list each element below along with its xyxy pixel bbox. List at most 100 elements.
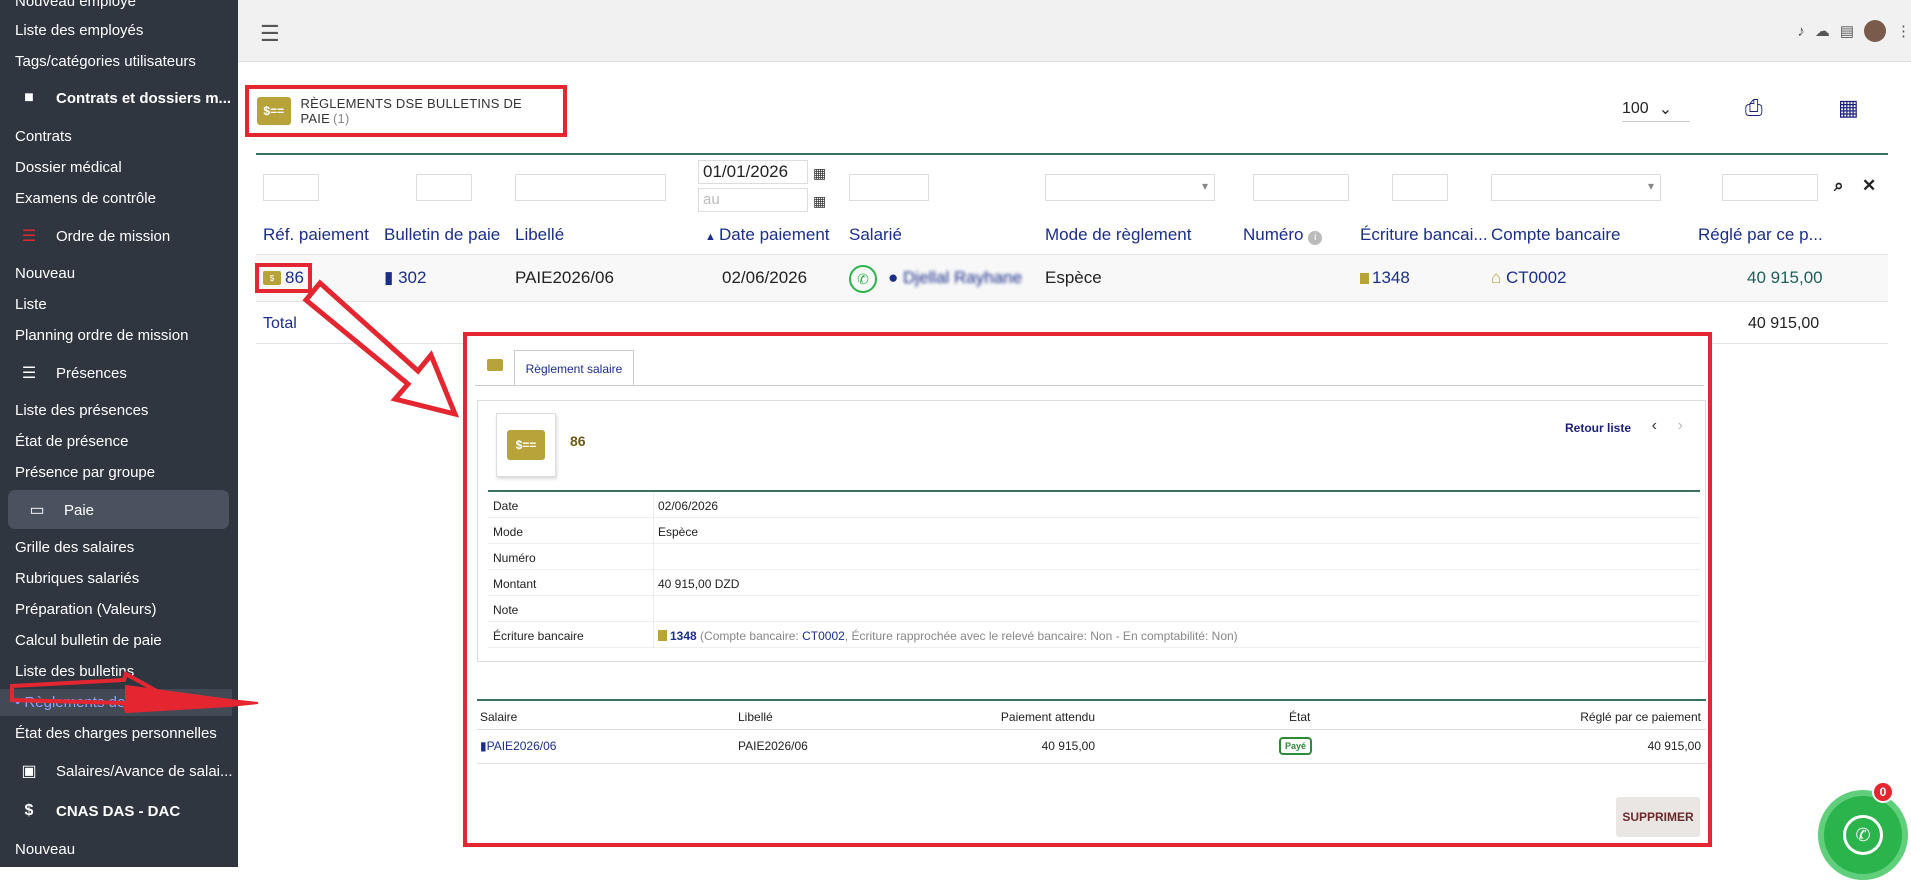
- back-to-list-link[interactable]: Retour liste: [1565, 421, 1631, 435]
- tab-reglement-salaire[interactable]: Règlement salaire: [514, 350, 634, 386]
- detail-ref: 86: [570, 433, 586, 449]
- detail-row-ecriture: Écriture bancaire 1348 (Compte bancaire:…: [488, 622, 1700, 648]
- sidebar-section-presences[interactable]: ☰ Présences: [20, 363, 127, 383]
- status-badge: Payé: [1279, 737, 1313, 755]
- print-icon[interactable]: ⎙: [1745, 95, 1763, 121]
- whatsapp-icon[interactable]: ✆: [849, 265, 877, 293]
- filter-libelle-input[interactable]: [515, 174, 666, 201]
- col-compte[interactable]: Compte bancaire: [1491, 225, 1620, 245]
- ecriture-link[interactable]: 1348: [670, 629, 697, 643]
- list-check-icon: ☰: [21, 228, 37, 245]
- sidebar-item-liste-mission[interactable]: Liste: [15, 296, 47, 313]
- page-size-select[interactable]: 100 ⌄: [1622, 96, 1690, 122]
- filter-mode-select[interactable]: [1045, 174, 1215, 201]
- col-bulletin[interactable]: Bulletin de paie: [384, 225, 500, 245]
- file-dollar-icon: $: [24, 802, 34, 819]
- sidebar: Nouveau employé Liste des employés Tags/…: [0, 0, 238, 867]
- salarie-link[interactable]: ● Djellal Rayhane: [888, 268, 1022, 288]
- bulletin-link[interactable]: ▮ 302: [384, 268, 426, 288]
- avatar[interactable]: [1864, 20, 1886, 42]
- whatsapp-icon: ✆: [1843, 815, 1883, 855]
- payment-icon: [487, 359, 503, 371]
- filter-montant-input[interactable]: [1722, 174, 1818, 201]
- sidebar-section-contrats[interactable]: ■ Contrats et dossiers m...: [20, 89, 231, 107]
- clipboard-icon[interactable]: ▤: [1840, 22, 1854, 40]
- whatsapp-floating-button[interactable]: ✆ 0: [1818, 781, 1908, 880]
- filter-salarie-input[interactable]: [849, 174, 929, 201]
- row-montant: 40 915,00: [1747, 268, 1823, 287]
- col-libelle[interactable]: Libellé: [515, 225, 564, 245]
- sidebar-item-nouveau-employe[interactable]: Nouveau employé: [15, 0, 136, 10]
- sidebar-section-cnas[interactable]: $ CNAS DAS - DAC: [20, 802, 181, 820]
- sidebar-item-grille-salaires[interactable]: Grille des salaires: [15, 539, 134, 556]
- payment-icon: $: [263, 271, 282, 285]
- ref-link-highlight[interactable]: $ 86: [255, 263, 312, 293]
- notification-badge: 0: [1872, 781, 1894, 803]
- compte-link[interactable]: ⌂ CT0002: [1491, 268, 1567, 288]
- delete-button[interactable]: SUPPRIMER: [1616, 797, 1700, 837]
- sidebar-item-contrats[interactable]: Contrats: [15, 128, 72, 145]
- search-icon[interactable]: ⌕: [1834, 176, 1844, 196]
- clear-filter-icon[interactable]: ✕: [1862, 176, 1876, 196]
- sidebar-item-etat-charges[interactable]: État des charges personnelles: [15, 725, 217, 742]
- chevron-left-icon[interactable]: ‹: [1652, 417, 1657, 435]
- filter-bulletin-input[interactable]: [416, 174, 472, 201]
- wallet-icon: ▣: [21, 763, 37, 780]
- filter-ecriture-input[interactable]: [1392, 174, 1448, 201]
- col-ref[interactable]: Réf. paiement: [263, 225, 369, 245]
- detail-row-note: Note: [488, 596, 1700, 622]
- filter-ref-input[interactable]: [263, 174, 319, 201]
- col-salarie[interactable]: Salarié: [849, 225, 902, 245]
- more-vertical-icon[interactable]: ⋮: [1896, 22, 1911, 40]
- chevron-right-icon[interactable]: ›: [1678, 417, 1683, 435]
- sidebar-section-paie[interactable]: ▭ Paie: [28, 500, 94, 520]
- col-date[interactable]: ▲ Date paiement: [705, 225, 830, 245]
- sidebar-item-liste-employes[interactable]: Liste des employés: [15, 22, 143, 39]
- row-libelle: PAIE2026/06: [515, 268, 614, 287]
- hamburger-menu-icon[interactable]: ☰: [260, 21, 280, 47]
- page-title-box: $== RÈGLEMENTS DSE BULLETINS DE PAIE (1): [245, 85, 567, 137]
- col-mode[interactable]: Mode de règlement: [1045, 225, 1191, 245]
- calendar-icon[interactable]: ▦: [813, 165, 826, 182]
- filter-compte-select[interactable]: [1491, 174, 1661, 201]
- chat-icon[interactable]: ☁: [1815, 22, 1830, 40]
- col-regle[interactable]: Réglé par ce p...: [1698, 225, 1823, 245]
- col-numero[interactable]: Numéro i: [1243, 225, 1323, 245]
- sidebar-item-liste-presences[interactable]: Liste des présences: [15, 402, 148, 419]
- detail-row-montant: Montant 40 915,00 DZD: [488, 570, 1700, 596]
- total-value: 40 915,00: [1748, 315, 1820, 332]
- sidebar-item-etat-presence[interactable]: État de présence: [15, 433, 128, 450]
- calendar-icon[interactable]: ▦: [813, 193, 826, 210]
- payment-icon: $==: [257, 97, 291, 125]
- excel-export-icon[interactable]: ▦: [1838, 95, 1859, 121]
- detail-fields: Date 02/06/2026 Mode Espèce Numéro Montant…: [488, 490, 1700, 648]
- filter-numero-input[interactable]: [1253, 174, 1349, 201]
- sidebar-item-preparation[interactable]: Préparation (Valeurs): [15, 601, 156, 618]
- sidebar-item-rubriques[interactable]: Rubriques salariés: [15, 570, 139, 587]
- sidebar-item-reglements-salaires[interactable]: • Règlements des salaires: [15, 694, 189, 711]
- bell-icon[interactable]: ♪: [1797, 23, 1805, 40]
- sidebar-item-calcul-bulletin[interactable]: Calcul bulletin de paie: [15, 632, 162, 649]
- payment-detail-popup: Règlement salaire $== 86 Retour liste ‹ …: [463, 332, 1712, 847]
- detail-row-date: Date 02/06/2026: [488, 492, 1700, 518]
- sidebar-section-ordre-mission[interactable]: ☰ Ordre de mission: [20, 226, 170, 246]
- sidebar-item-liste-bulletins[interactable]: Liste des bulletins: [15, 663, 134, 680]
- chevron-down-icon: ⌄: [1658, 100, 1673, 118]
- ecriture-link[interactable]: 1348: [1360, 268, 1410, 288]
- compte-link[interactable]: CT0002: [802, 629, 845, 643]
- filter-date-to[interactable]: au: [698, 188, 808, 212]
- sidebar-section-salaires-avance[interactable]: ▣ Salaires/Avance de salai...: [20, 761, 232, 781]
- col-ecriture[interactable]: Écriture bancai...: [1360, 225, 1488, 245]
- top-icons: ♪ ☁ ▤ ⋮: [1797, 20, 1911, 42]
- sidebar-item-tags[interactable]: Tags/catégories utilisateurs: [15, 53, 196, 70]
- sidebar-item-presence-groupe[interactable]: Présence par groupe: [15, 464, 155, 481]
- salaire-link[interactable]: ▮PAIE2026/06: [480, 739, 556, 753]
- sidebar-item-nouveau-cnas[interactable]: Nouveau: [15, 841, 75, 858]
- filter-date-from[interactable]: 01/01/2026: [698, 160, 808, 184]
- sub-table: Salaire Libellé Paiement attendu État Ré…: [477, 699, 1706, 764]
- sidebar-item-nouveau-mission[interactable]: Nouveau: [15, 265, 75, 282]
- sidebar-item-planning-mission[interactable]: Planning ordre de mission: [15, 327, 188, 344]
- sidebar-item-examens[interactable]: Examens de contrôle: [15, 190, 156, 207]
- sidebar-item-dossier-medical[interactable]: Dossier médical: [15, 159, 122, 176]
- bullet-icon: •: [15, 694, 25, 711]
